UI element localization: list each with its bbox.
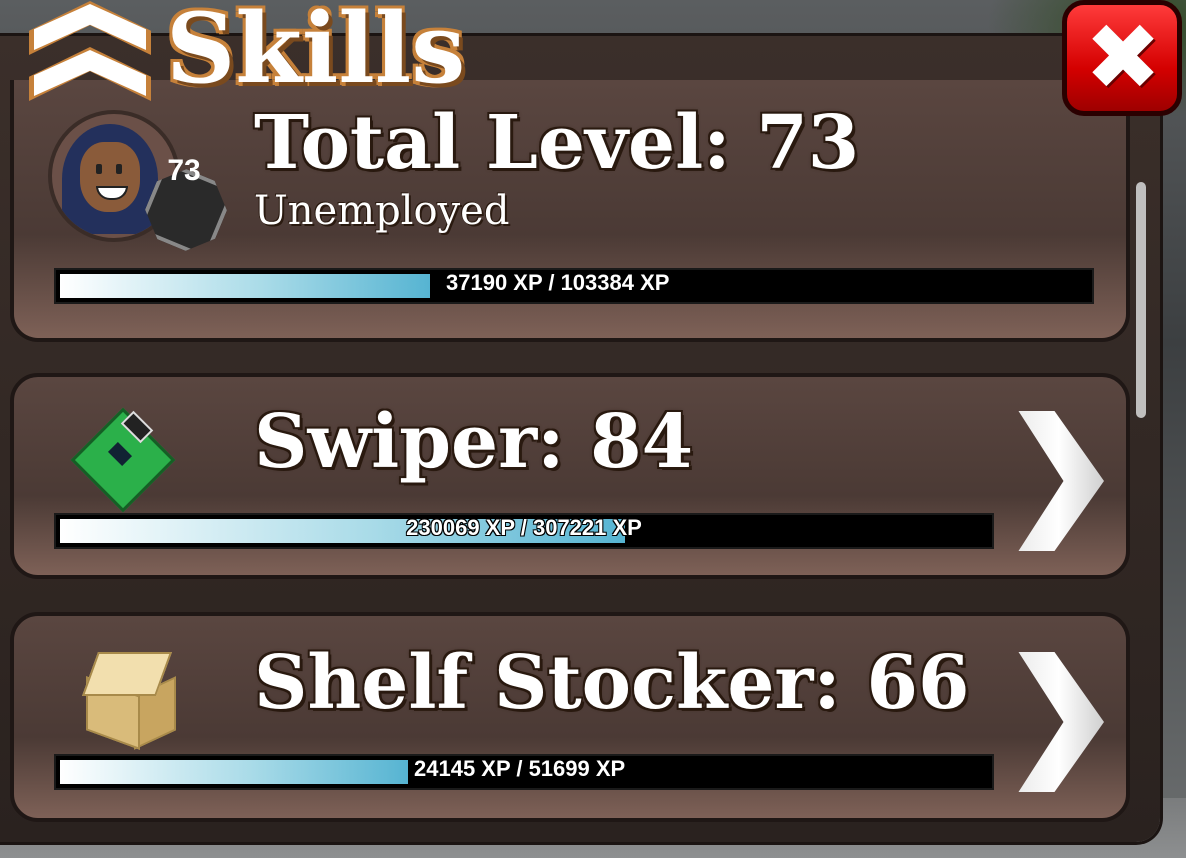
open-skill-arrow-button[interactable] bbox=[1014, 652, 1104, 792]
scrollbar[interactable] bbox=[1136, 182, 1146, 418]
skill-title: Swiper: 84 bbox=[254, 399, 694, 485]
chevron-right-icon bbox=[1018, 411, 1104, 551]
close-icon: ✖ bbox=[1084, 4, 1162, 111]
skill-card-shelf-stocker[interactable]: Shelf Stocker: 66 24145 XP / 51699 XP bbox=[10, 612, 1130, 822]
page-title: Skills bbox=[166, 0, 466, 105]
total-xp-bar: 37190 XP / 103384 XP bbox=[54, 268, 1094, 304]
skill-card-swiper[interactable]: Swiper: 84 230069 XP / 307221 XP bbox=[10, 373, 1130, 579]
skill-xp-text: 230069 XP / 307221 XP bbox=[406, 515, 642, 540]
close-button[interactable]: ✖ bbox=[1062, 0, 1182, 116]
job-title: Unemployed bbox=[254, 188, 510, 234]
total-level-card: 73 Total Level: 73 Unemployed 37190 XP /… bbox=[10, 80, 1130, 342]
skill-xp-bar: 230069 XP / 307221 XP bbox=[54, 513, 994, 549]
total-xp-bar-fill bbox=[60, 274, 430, 298]
skill-xp-bar: 24145 XP / 51699 XP bbox=[54, 754, 994, 790]
cardboard-box-icon bbox=[78, 646, 178, 750]
skill-xp-text: 24145 XP / 51699 XP bbox=[414, 756, 626, 781]
skill-xp-bar-fill bbox=[60, 760, 408, 784]
skill-title: Shelf Stocker: 66 bbox=[254, 640, 970, 726]
level-badge-number: 73 bbox=[167, 154, 201, 187]
double-chevron-up-icon bbox=[29, 1, 151, 101]
total-level-title: Total Level: 73 bbox=[254, 100, 860, 186]
chevron-right-icon bbox=[1018, 652, 1104, 792]
open-skill-arrow-button[interactable] bbox=[1014, 411, 1104, 551]
circuit-board-icon bbox=[70, 407, 176, 513]
total-xp-text: 37190 XP / 103384 XP bbox=[446, 270, 670, 295]
